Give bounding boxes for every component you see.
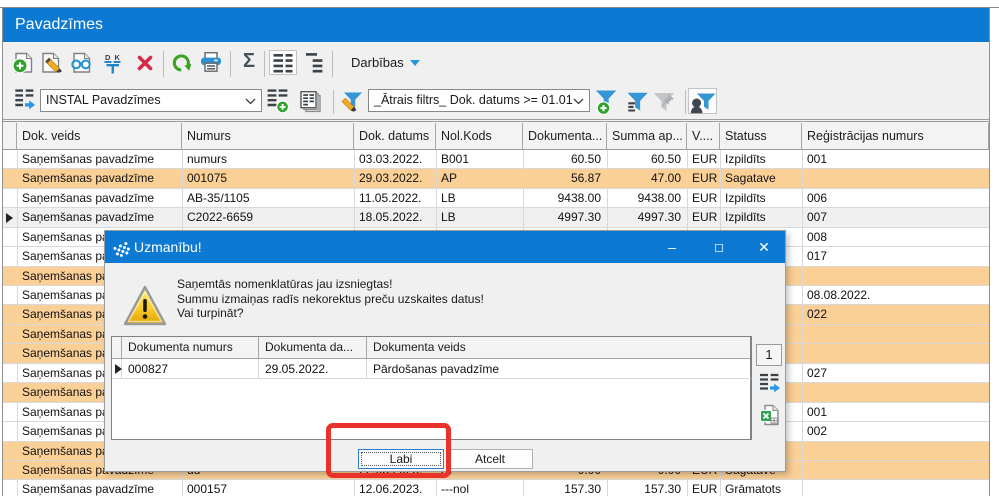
svg-text:D: D: [105, 53, 111, 62]
svg-text:K: K: [115, 53, 121, 62]
